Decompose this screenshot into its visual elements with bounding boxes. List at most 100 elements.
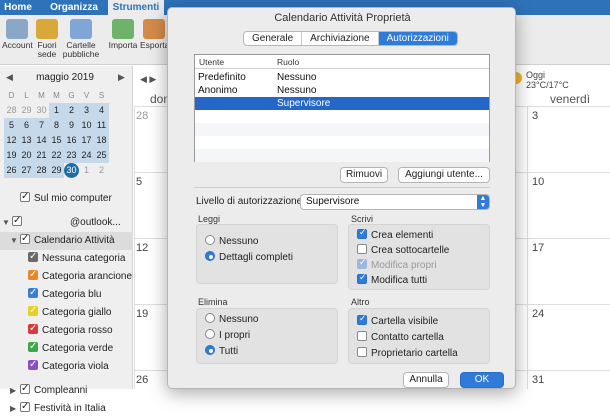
- mini-calendar-day[interactable]: 24: [79, 148, 94, 163]
- day-number[interactable]: 26: [136, 374, 148, 386]
- checkbox-icon[interactable]: [28, 304, 38, 320]
- prev-month-icon[interactable]: ◀: [6, 72, 13, 83]
- mini-calendar-day[interactable]: 29: [19, 103, 34, 118]
- mini-calendar-day[interactable]: 30: [34, 103, 49, 118]
- create-subfolders-checkbox[interactable]: Crea sottocartelle: [357, 244, 449, 256]
- calendar-list-item[interactable]: ▶ Festività in Italia: [0, 400, 133, 418]
- mini-calendar-day[interactable]: 14: [34, 133, 49, 148]
- table-row[interactable]: Anonimo Nessuno: [195, 84, 489, 97]
- mini-calendar-day[interactable]: 5: [4, 118, 19, 133]
- read-none-radio[interactable]: Nessuno: [205, 235, 258, 247]
- day-number[interactable]: 12: [136, 242, 148, 254]
- delete-none-radio[interactable]: Nessuno: [205, 313, 258, 325]
- folder-visible-checkbox[interactable]: Cartella visibile: [357, 313, 438, 327]
- mini-calendar-day[interactable]: 19: [4, 148, 19, 163]
- mini-calendar-day[interactable]: 2: [94, 163, 109, 178]
- out-of-office-button[interactable]: Fuori sede: [34, 19, 60, 59]
- tab-organizza[interactable]: Organizza: [48, 0, 100, 15]
- delete-all-radio[interactable]: Tutti: [205, 345, 238, 357]
- calendar-list-item[interactable]: Sul mio computer: [0, 190, 133, 208]
- checkbox-icon[interactable]: [28, 268, 38, 284]
- checkbox-icon[interactable]: [28, 286, 38, 302]
- cancel-button[interactable]: Annulla: [403, 372, 449, 388]
- import-button[interactable]: Importa: [108, 19, 138, 50]
- account-button[interactable]: Account: [2, 19, 33, 50]
- mini-calendar-day[interactable]: 6: [19, 118, 34, 133]
- day-number[interactable]: 3: [532, 110, 538, 122]
- read-full-details-radio[interactable]: Dettagli completi: [205, 251, 293, 263]
- calendar-list-item[interactable]: Categoria giallo: [0, 304, 133, 322]
- checkbox-icon[interactable]: [20, 382, 30, 398]
- mini-calendar-day[interactable]: 26: [4, 163, 19, 178]
- calendar-list-item[interactable]: Categoria blu: [0, 286, 133, 304]
- export-button[interactable]: Esporta: [140, 19, 169, 50]
- day-number[interactable]: 19: [136, 308, 148, 320]
- mini-calendar-day[interactable]: 23: [64, 148, 79, 163]
- calendar-list-item[interactable]: ▼ Calendario Attività: [0, 232, 133, 250]
- checkbox-icon[interactable]: [20, 190, 30, 206]
- mini-calendar-day[interactable]: 21: [34, 148, 49, 163]
- calendar-list-item[interactable]: Nessuna categoria: [0, 250, 133, 268]
- disclosure-open-icon[interactable]: ▼: [2, 214, 12, 232]
- day-number[interactable]: 24: [532, 308, 544, 320]
- calendar-list-item[interactable]: Categoria rosso: [0, 322, 133, 340]
- day-number[interactable]: 10: [532, 176, 544, 188]
- mini-calendar-day[interactable]: 29: [49, 163, 64, 178]
- calendar-list-item[interactable]: Categoria arancione: [0, 268, 133, 286]
- permission-level-select[interactable]: Supervisore ▲ ▼: [300, 194, 490, 210]
- mini-calendar-day[interactable]: 28: [4, 103, 19, 118]
- mini-calendar-day[interactable]: 20: [19, 148, 34, 163]
- mini-calendar-day[interactable]: 17: [79, 133, 94, 148]
- mini-calendar-day[interactable]: 12: [4, 133, 19, 148]
- mini-calendar-day[interactable]: 4: [94, 103, 109, 118]
- tab-archiviazione[interactable]: Archiviazione: [302, 32, 379, 45]
- mini-calendar-day[interactable]: 28: [34, 163, 49, 178]
- tab-strumenti[interactable]: Strumenti: [108, 0, 164, 15]
- folder-owner-checkbox[interactable]: Proprietario cartella: [357, 347, 458, 359]
- column-header-user[interactable]: Utente: [199, 57, 224, 67]
- public-folders-button[interactable]: Cartelle pubbliche: [62, 19, 100, 59]
- mini-calendar-day[interactable]: 8: [49, 118, 64, 133]
- day-number[interactable]: 17: [532, 242, 544, 254]
- checkbox-icon[interactable]: [28, 250, 38, 266]
- day-number[interactable]: 31: [532, 374, 544, 386]
- create-items-checkbox[interactable]: Crea elementi: [357, 227, 433, 241]
- table-row-selected[interactable]: Supervisore: [195, 97, 489, 110]
- checkbox-icon[interactable]: [20, 232, 30, 248]
- table-row[interactable]: Predefinito Nessuno: [195, 71, 489, 84]
- mini-calendar-day[interactable]: 3: [79, 103, 94, 118]
- mini-calendar-day[interactable]: 27: [19, 163, 34, 178]
- mini-calendar-day[interactable]: 2: [64, 103, 79, 118]
- checkbox-icon[interactable]: [28, 322, 38, 338]
- remove-button[interactable]: Rimuovi: [340, 167, 388, 183]
- ok-button[interactable]: OK: [460, 372, 504, 388]
- mini-calendar-day[interactable]: 22: [49, 148, 64, 163]
- mini-calendar-day[interactable]: 25: [94, 148, 109, 163]
- mini-calendar-day[interactable]: 1: [49, 103, 64, 118]
- mini-calendar-day[interactable]: 9: [64, 118, 79, 133]
- folder-contact-checkbox[interactable]: Contatto cartella: [357, 331, 444, 343]
- tab-home[interactable]: Home: [0, 0, 36, 15]
- day-number[interactable]: 28: [136, 110, 148, 122]
- checkbox-icon[interactable]: [28, 340, 38, 356]
- column-header-role[interactable]: Ruolo: [277, 57, 299, 67]
- tab-generale[interactable]: Generale: [244, 32, 303, 45]
- day-number[interactable]: 5: [136, 176, 142, 188]
- mini-calendar-day[interactable]: 11: [94, 118, 109, 133]
- disclosure-closed-icon[interactable]: ▶: [10, 400, 20, 418]
- add-user-button[interactable]: Aggiungi utente...: [398, 167, 490, 183]
- calendar-list-item[interactable]: Categoria verde: [0, 340, 133, 358]
- mini-calendar-day[interactable]: 1: [79, 163, 94, 178]
- disclosure-open-icon[interactable]: ▼: [10, 232, 20, 250]
- calendar-list-item[interactable]: ▼ @outlook...: [0, 214, 133, 232]
- tab-autorizzazioni[interactable]: Autorizzazioni: [378, 32, 457, 45]
- mini-calendar-day[interactable]: 7: [34, 118, 49, 133]
- mini-calendar-day[interactable]: 15: [49, 133, 64, 148]
- disclosure-closed-icon[interactable]: ▶: [10, 382, 20, 400]
- next-month-icon[interactable]: ▶: [118, 72, 125, 83]
- calendar-list-item[interactable]: ▶ Compleanni: [0, 382, 133, 400]
- calendar-nav[interactable]: ◀ ▶: [140, 74, 156, 85]
- mini-calendar-day[interactable]: 16: [64, 133, 79, 148]
- mini-calendar-day[interactable]: 10: [79, 118, 94, 133]
- mini-calendar-day[interactable]: 18: [94, 133, 109, 148]
